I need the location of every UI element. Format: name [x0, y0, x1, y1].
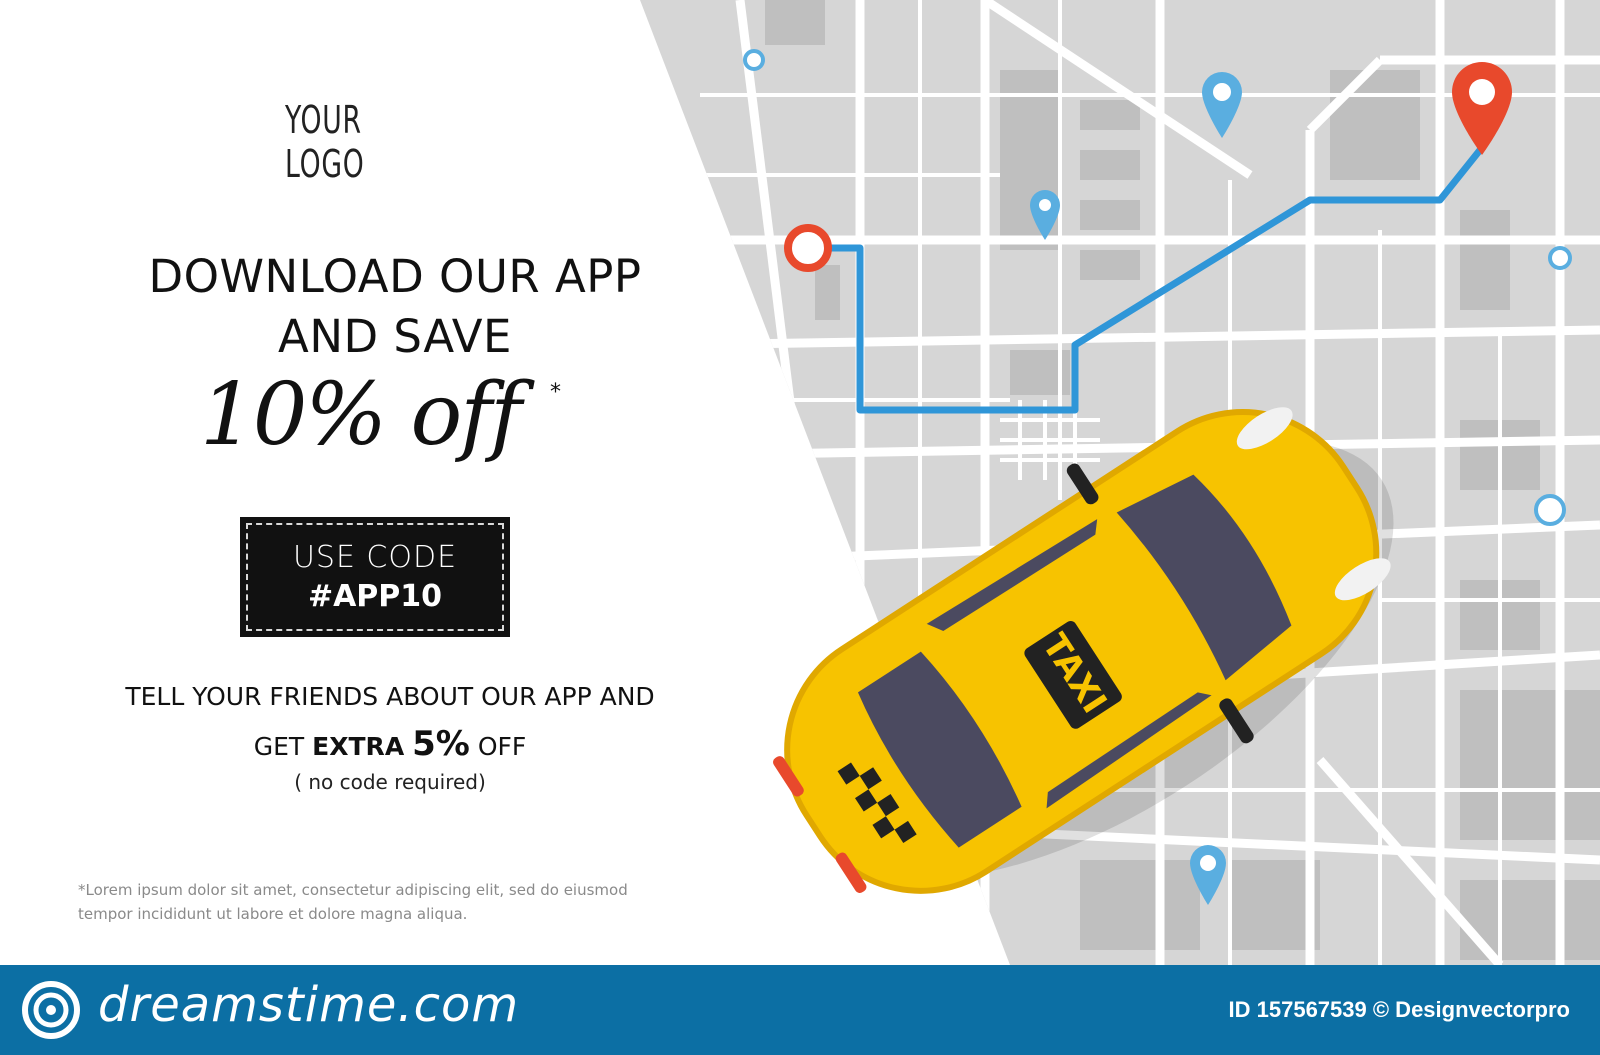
extra-percent: 5% — [412, 724, 470, 764]
watermark-footer: dreamstime.com ID 157567539 © Designvect… — [0, 965, 1600, 1055]
offer-asterisk: * — [550, 380, 561, 405]
fine-print: *Lorem ipsum dolor sit amet, consectetur… — [78, 878, 638, 926]
promo-code-box: USE CODE #APP10 — [240, 517, 510, 637]
get-word: GET — [253, 732, 305, 761]
discount-offer: 10% off — [200, 365, 522, 465]
image-credit: ID 157567539 © Designvectorpro — [1228, 997, 1570, 1022]
promo-banner: TAXI YOUR LOGO DOWNLOAD OUR APP AND SAVE… — [0, 0, 1600, 965]
no-code-note: ( no code required) — [294, 770, 486, 794]
extra-word: EXTRA — [312, 732, 405, 761]
watermark-brand: dreamstime.com — [98, 977, 520, 1033]
off-word: OFF — [477, 732, 527, 761]
dreamstime-logo-icon — [22, 981, 80, 1039]
headline-line-1: DOWNLOAD OUR APP — [148, 250, 642, 303]
referral-offer: GET EXTRA 5% OFF — [60, 724, 720, 764]
referral-text: TELL YOUR FRIENDS ABOUT OUR APP AND — [125, 682, 655, 711]
promo-code-value: #APP10 — [307, 579, 443, 614]
headline: DOWNLOAD OUR APP AND SAVE — [50, 247, 740, 367]
city-map: TAXI — [640, 0, 1600, 965]
start-pin-icon — [784, 224, 832, 272]
headline-line-2: AND SAVE — [278, 310, 512, 363]
fine-print-line-2: tempor incididunt ut labore et dolore ma… — [78, 905, 468, 923]
promo-code-label: USE CODE — [292, 540, 458, 575]
fine-print-line-1: *Lorem ipsum dolor sit amet, consectetur… — [78, 881, 628, 899]
brand-logo: YOUR LOGO — [285, 98, 365, 186]
promo-code-border: USE CODE #APP10 — [246, 523, 504, 631]
